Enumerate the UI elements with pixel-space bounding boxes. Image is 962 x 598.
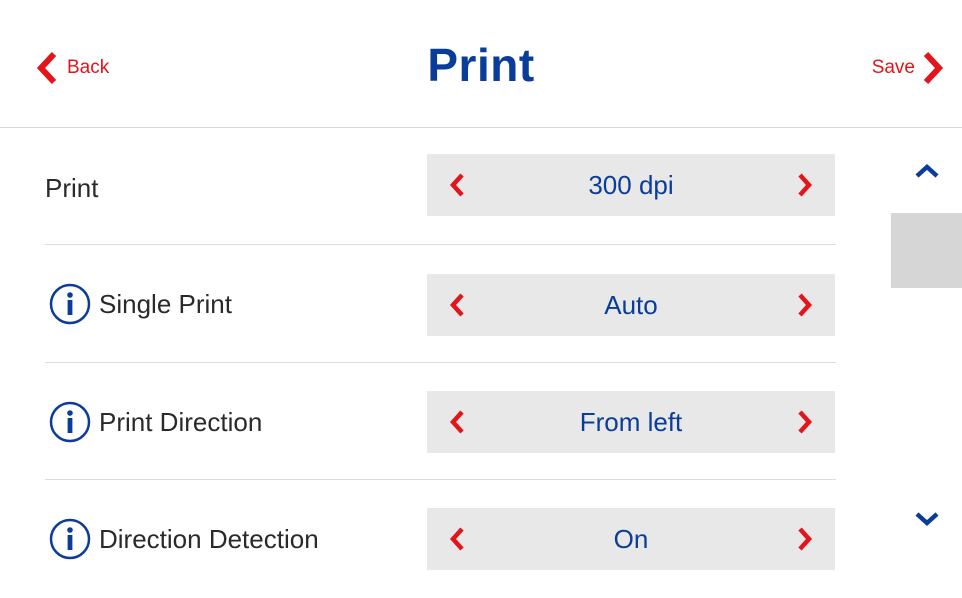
chevron-left-icon	[449, 293, 464, 317]
decrease-button[interactable]	[427, 391, 487, 453]
increase-button[interactable]	[775, 274, 835, 336]
chevron-right-icon	[798, 173, 813, 197]
info-icon[interactable]	[49, 401, 91, 443]
save-label: Save	[871, 57, 915, 78]
print-resolution-stepper: 300 dpi	[427, 154, 835, 216]
chevron-right-icon	[798, 293, 813, 317]
setting-row-single-print: Single Print Auto	[45, 245, 836, 363]
single-print-stepper: Auto	[427, 274, 835, 336]
chevron-right-icon	[798, 527, 813, 551]
decrease-button[interactable]	[427, 274, 487, 336]
chevron-down-icon	[914, 512, 939, 527]
chevron-left-icon	[449, 527, 464, 551]
setting-label: Direction Detection	[45, 480, 319, 598]
info-icon[interactable]	[49, 283, 91, 325]
setting-label-text: Print	[45, 172, 99, 203]
scroll-down-button[interactable]	[891, 488, 962, 550]
scroll-up-button[interactable]	[891, 140, 962, 202]
chevron-left-icon	[449, 410, 464, 434]
stepper-value: Auto	[604, 289, 658, 320]
setting-label: Single Print	[45, 245, 232, 363]
setting-label-text: Direction Detection	[99, 523, 319, 554]
increase-button[interactable]	[775, 154, 835, 216]
save-button[interactable]: Save	[872, 48, 944, 88]
print-direction-stepper: From left	[427, 391, 835, 453]
setting-label: Print	[45, 129, 98, 247]
stepper-value: 300 dpi	[588, 169, 674, 200]
setting-label: Print Direction	[45, 363, 262, 481]
chevron-left-icon	[449, 173, 464, 197]
chevron-up-icon	[914, 163, 939, 178]
page-title: Print	[427, 39, 535, 91]
setting-row-direction-detection: Direction Detection On	[45, 480, 836, 598]
stepper-value: From left	[579, 406, 683, 437]
direction-detection-stepper: On	[427, 508, 835, 570]
scrollbar-thumb[interactable]	[891, 213, 962, 288]
stepper-value: On	[613, 523, 649, 554]
chevron-right-icon	[923, 51, 944, 85]
decrease-button[interactable]	[427, 154, 487, 216]
setting-label-text: Print Direction	[99, 406, 263, 437]
increase-button[interactable]	[775, 391, 835, 453]
setting-label-text: Single Print	[99, 288, 232, 319]
setting-row-print: Print 300 dpi	[45, 129, 836, 247]
decrease-button[interactable]	[427, 508, 487, 570]
increase-button[interactable]	[775, 508, 835, 570]
chevron-right-icon	[798, 410, 813, 434]
header-bar: Back Print Save	[0, 0, 962, 128]
setting-row-print-direction: Print Direction From left	[45, 363, 836, 481]
